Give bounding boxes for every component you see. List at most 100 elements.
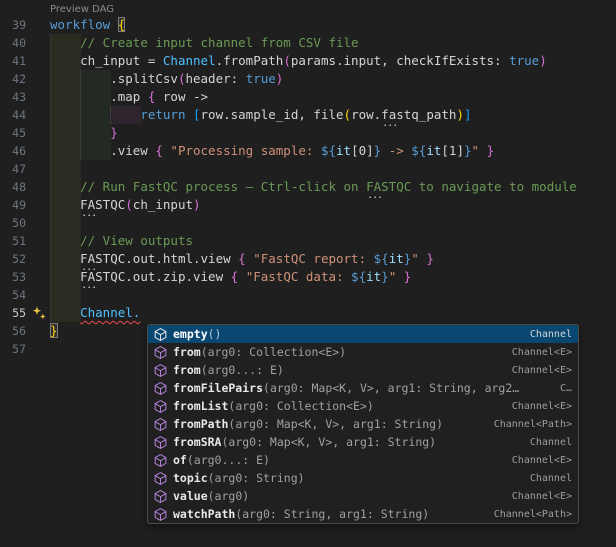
code-line[interactable]: 43 .map { row -> (0, 88, 616, 106)
suggest-item-params: (arg0) (208, 489, 250, 503)
code-token: fastq_path (381, 106, 456, 124)
code-line[interactable]: 55 Channel. (0, 304, 616, 322)
method-icon (152, 398, 168, 414)
code-line[interactable]: 46 .view { "Processing sample: ${it[0]} … (0, 142, 616, 160)
glyph-margin (26, 268, 50, 286)
code-token: FASTQC (80, 268, 125, 286)
sparkles-icon[interactable] (32, 306, 47, 321)
code-token: row. (351, 107, 381, 122)
code-line[interactable]: 48 // Run FastQC process – Ctrl-click on… (0, 178, 616, 196)
suggest-item[interactable]: topic(arg0: String)Channel (148, 469, 578, 487)
code-token: "Processing sample: (170, 143, 321, 158)
code-token: it (389, 251, 404, 266)
suggest-item[interactable]: fromList(arg0: Collection<E>)Channel<E> (148, 397, 578, 415)
suggest-item-type: Channel (522, 473, 572, 484)
code-line[interactable]: 40 // Create input channel from CSV file (0, 34, 616, 52)
method-icon (152, 416, 168, 432)
code-line[interactable]: 39workflow { (0, 16, 616, 34)
code-token: .view (50, 143, 155, 158)
code-editor: Preview DAG 39workflow {40 // Create inp… (0, 0, 616, 547)
suggest-item-type: Channel<E> (504, 365, 572, 376)
suggest-item-name: watchPath (173, 507, 235, 521)
method-icon (152, 488, 168, 504)
suggest-item-type: Channel<E> (504, 347, 572, 358)
code-token: ) (539, 53, 547, 68)
method-icon (152, 470, 168, 486)
suggest-item[interactable]: empty()Channel (148, 325, 578, 343)
code-token: "FastQC report: (253, 251, 373, 266)
code-token: " (472, 143, 480, 158)
codelens-preview-dag[interactable]: Preview DAG (50, 4, 114, 15)
code-token: ) (276, 71, 284, 86)
code-token: Channel (163, 53, 216, 68)
code-token: ch_input (133, 197, 193, 212)
code-token (50, 251, 80, 266)
code-token: ${ (411, 143, 426, 158)
line-number: 56 (0, 322, 26, 340)
method-icon (152, 344, 168, 360)
suggest-item[interactable]: from(arg0...: E)Channel<E> (148, 361, 578, 379)
suggest-item[interactable]: fromPath(arg0: Map<K, V>, arg1: String)C… (148, 415, 578, 433)
code-content: FASTQC(ch_input) (50, 196, 616, 214)
code-line[interactable]: 47 (0, 160, 616, 178)
code-line[interactable]: 42 .splitCsv(header: true) (0, 70, 616, 88)
code-token (50, 107, 140, 122)
code-line[interactable]: 45 } (0, 124, 616, 142)
glyph-margin (26, 70, 50, 88)
code-token (50, 233, 80, 248)
line-number: 48 (0, 178, 26, 196)
suggest-item[interactable]: of(arg0...: E)Channel<E> (148, 451, 578, 469)
code-content: return [row.sample_id, file(row.fastq_pa… (50, 106, 616, 124)
code-line[interactable]: 44 return [row.sample_id, file(row.fastq… (0, 106, 616, 124)
suggest-widget: empty()Channel from(arg0: Collection<E>)… (147, 324, 579, 524)
code-token: return (140, 107, 185, 122)
code-line[interactable]: 41 ch_input = Channel.fromPath(params.in… (0, 52, 616, 70)
code-token: FASTQC (80, 196, 125, 214)
suggest-item-type: Channel<E> (504, 455, 572, 466)
code-token: { (238, 251, 246, 266)
suggest-item-params: (arg0: Map<K, V>, arg1: String) (221, 435, 436, 449)
line-number: 49 (0, 196, 26, 214)
suggest-item-params: (arg0: Collection<E>) (228, 399, 373, 413)
method-icon (152, 326, 168, 342)
code-line[interactable]: 52 FASTQC.out.html.view { "FastQC report… (0, 250, 616, 268)
code-content: .splitCsv(header: true) (50, 70, 616, 88)
code-token: } (50, 323, 58, 338)
code-line[interactable]: 49 FASTQC(ch_input) (0, 196, 616, 214)
suggest-item[interactable]: fromSRA(arg0: Map<K, V>, arg1: String)Ch… (148, 433, 578, 451)
glyph-margin (26, 232, 50, 250)
suggest-item[interactable]: value(arg0)Channel<E> (148, 487, 578, 505)
code-token: true (509, 53, 539, 68)
line-number: 57 (0, 340, 26, 358)
code-token (110, 17, 118, 32)
suggest-item-type: Channel (522, 437, 572, 448)
line-number: 42 (0, 70, 26, 88)
code-token: { (118, 17, 126, 32)
code-token: row.sample_id, file (201, 107, 344, 122)
code-token: FASTQC (366, 178, 411, 196)
glyph-margin (26, 304, 50, 322)
code-token: // View outputs (80, 233, 193, 248)
suggest-item[interactable]: fromFilePairs(arg0: Map<K, V>, arg1: Str… (148, 379, 578, 397)
codelens-row: Preview DAG (0, 0, 616, 16)
suggest-item-name: topic (173, 471, 208, 485)
suggest-item-name: fromFilePairs (173, 381, 263, 395)
code-token (50, 35, 80, 50)
code-token: } (487, 143, 495, 158)
code-token (50, 125, 110, 140)
suggest-item[interactable]: watchPath(arg0: String, arg1: String)Cha… (148, 505, 578, 523)
indent-tint (50, 160, 81, 178)
code-content: .view { "Processing sample: ${it[0]} -> … (50, 142, 616, 160)
suggest-item[interactable]: from(arg0: Collection<E>)Channel<E> (148, 343, 578, 361)
code-token: .fromPath (216, 53, 284, 68)
glyph-margin (26, 340, 50, 358)
suggest-item-params: (arg0...: E) (187, 453, 270, 467)
code-content: // Run FastQC process – Ctrl-click on FA… (50, 178, 616, 196)
code-token (50, 305, 80, 320)
method-icon (152, 506, 168, 522)
code-content (50, 214, 616, 232)
suggest-item-type: C… (552, 383, 572, 394)
code-line[interactable]: 53 FASTQC.out.zip.view { "FastQC data: $… (0, 268, 616, 286)
code-line[interactable]: 51 // View outputs (0, 232, 616, 250)
line-number: 47 (0, 160, 26, 178)
